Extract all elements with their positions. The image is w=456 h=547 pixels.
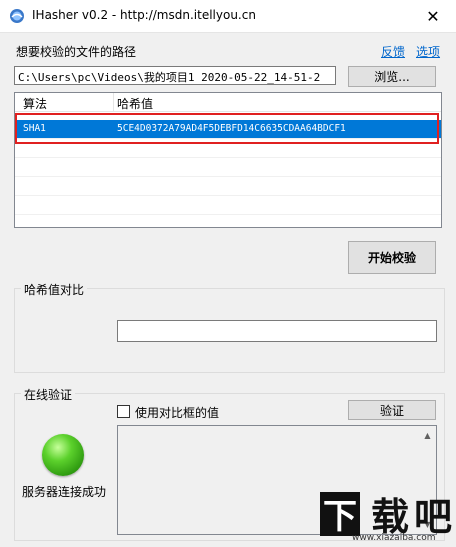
hash-compare-title: 哈希值对比 [21,281,88,298]
watermark-logo-char-1: 下 [323,497,357,537]
scroll-up-icon[interactable]: ▲ [420,428,435,443]
use-compare-label[interactable]: 使用对比框的值 [135,404,219,421]
close-icon: ✕ [426,6,440,26]
connection-status-text: 服务器连接成功 [22,485,107,499]
column-header-algorithm[interactable]: 算法 [23,95,47,112]
start-verify-button[interactable]: 开始校验 [348,241,436,274]
column-separator [113,93,114,111]
window-title: IHasher v0.2 - http://msdn.itellyou.cn [32,8,256,22]
hash-compare-input[interactable] [117,320,437,342]
list-header: 算法 哈希值 [15,93,441,112]
online-verify-title: 在线验证 [21,386,76,403]
list-item-empty [15,196,441,215]
use-compare-checkbox[interactable] [117,405,130,418]
column-header-hash[interactable]: 哈希值 [117,95,153,112]
watermark-url: www.xiazaiba.com [352,533,436,543]
table-row[interactable]: SHA1 5CE4D0372A79AD4F5DEBFD14C6635CDAA64… [15,120,441,139]
row-hash-value: 5CE4D0372A79AD4F5DEBFD14C6635CDAA64BDCF1 [117,123,346,134]
app-icon [10,9,24,23]
title-bar: IHasher v0.2 - http://msdn.itellyou.cn ✕ [0,0,456,33]
browse-button[interactable]: 浏览... [348,66,436,87]
options-link[interactable]: 选项 [416,43,440,60]
row-algorithm: SHA1 [23,123,46,134]
file-path-input[interactable]: C:\Users\pc\Videos\我的项目1 2020-05-22_14-5… [14,66,336,85]
list-item-empty [15,177,441,196]
verify-button[interactable]: 验证 [348,400,436,420]
list-item-empty [15,158,441,177]
feedback-link[interactable]: 反馈 [381,43,405,60]
close-button[interactable]: ✕ [410,0,456,32]
hash-result-list[interactable]: 算法 哈希值 SHA1 5CE4D0372A79AD4F5DEBFD14C663… [14,92,442,228]
list-item-empty [15,139,441,158]
connection-status-light-icon [42,434,84,476]
file-path-label: 想要校验的文件的路径 [16,45,137,59]
